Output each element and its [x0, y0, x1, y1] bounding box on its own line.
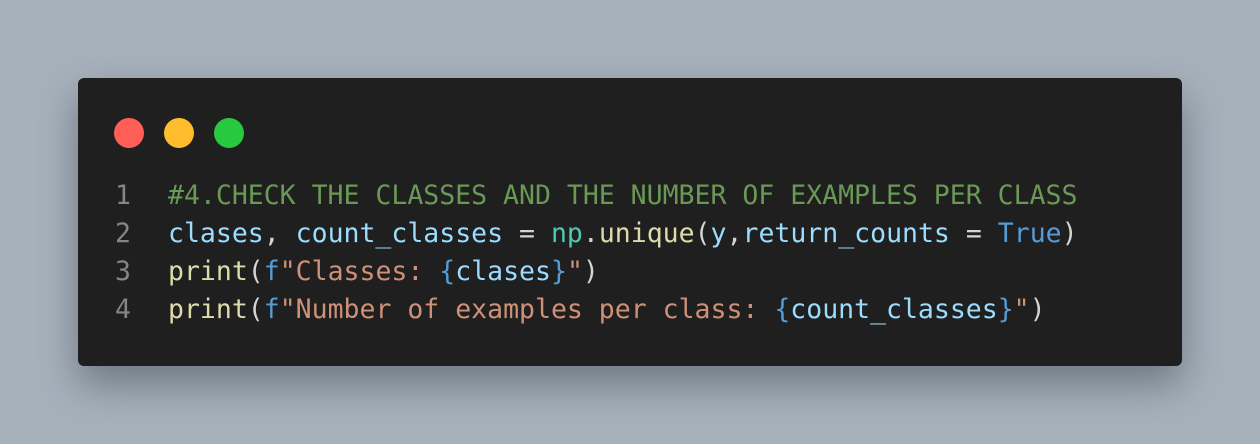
code-line: 1 #4.CHECK THE CLASSES AND THE NUMBER OF … [78, 177, 1182, 215]
code-text: print(f"Number of examples per class: {c… [168, 291, 1046, 329]
code-token-var: return_counts [742, 218, 950, 249]
code-token-keyword: f [263, 294, 280, 325]
code-token-plain: = [503, 218, 551, 249]
code-token-keyword: } [997, 294, 1014, 325]
line-number: 4 [115, 294, 131, 325]
code-token-func: unique [598, 218, 695, 249]
code-token-plain: ( [694, 218, 711, 249]
code-line: 2 clases, count_classes = np.unique(y,ret… [78, 215, 1182, 253]
line-number: 3 [115, 256, 131, 287]
code-token-plain: ( [247, 256, 264, 287]
code-text: print(f"Classes: {clases}") [168, 253, 599, 291]
line-number: 2 [115, 218, 131, 249]
code-token-plain: , [726, 218, 743, 249]
code-token-string: " [1013, 294, 1030, 325]
code-token-keyword: True [997, 218, 1062, 249]
code-token-func: print [168, 294, 248, 325]
code-token-plain: ) [1061, 218, 1078, 249]
code-text: clases, count_classes = np.unique(y,retu… [168, 215, 1078, 253]
line-number: 1 [115, 180, 131, 211]
code-token-var: y [710, 218, 727, 249]
minimize-dot-icon[interactable] [164, 118, 194, 148]
code-token-plain: , [263, 218, 296, 249]
code-token-plain: = [949, 218, 998, 249]
code-token-keyword: } [550, 256, 567, 287]
code-token-keyword: { [774, 294, 791, 325]
code-token-class: np [550, 218, 583, 249]
code-text: #4.CHECK THE CLASSES AND THE NUMBER OF E… [168, 177, 1077, 215]
code-window: 1 #4.CHECK THE CLASSES AND THE NUMBER OF … [78, 78, 1182, 366]
code-token-plain: ) [1029, 294, 1046, 325]
code-token-func: print [168, 256, 248, 287]
code-token-var: clases [455, 256, 551, 287]
code-token-var: count_classes [295, 218, 504, 249]
close-dot-icon[interactable] [114, 118, 144, 148]
code-token-keyword: f [263, 256, 280, 287]
code-token-comment: #4.CHECK THE CLASSES AND THE NUMBER OF E… [168, 180, 1078, 211]
code-token-keyword: { [439, 256, 456, 287]
code-token-string: "Number of examples per class: [279, 294, 775, 325]
code-token-string: "Classes: [279, 256, 440, 287]
code-token-plain: ) [582, 256, 599, 287]
maximize-dot-icon[interactable] [214, 118, 244, 148]
code-line: 4 print(f"Number of examples per class: {… [78, 291, 1182, 329]
code-token-var: count_classes [790, 294, 998, 325]
code-token-string: " [566, 256, 583, 287]
code-token-plain: . [582, 218, 599, 249]
code-token-plain: ( [247, 294, 264, 325]
code-block: 1 #4.CHECK THE CLASSES AND THE NUMBER OF … [78, 177, 1182, 329]
code-line: 3 print(f"Classes: {clases}") [78, 253, 1182, 291]
code-token-var: clases [168, 218, 264, 249]
